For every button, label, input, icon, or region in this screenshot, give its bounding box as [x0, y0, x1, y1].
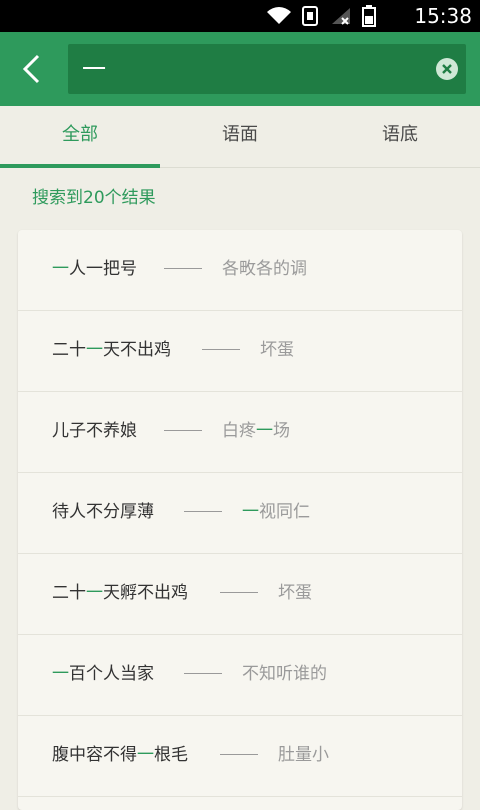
separator-dash [202, 349, 240, 350]
separator-dash [164, 430, 202, 431]
search-input[interactable]: 一 [68, 44, 466, 94]
search-input-value: 一 [82, 55, 106, 83]
chevron-left-icon [22, 54, 40, 84]
clear-icon [442, 64, 452, 74]
separator-dash [164, 268, 202, 269]
riddle-text: 待人不分厚薄 [52, 502, 154, 522]
answer-text: 一视同仁 [242, 502, 310, 522]
answer-text: 坏蛋 [260, 340, 294, 360]
separator-dash [184, 673, 222, 674]
riddle-text: 二十一天孵不出鸡 [52, 583, 188, 603]
tab-all[interactable]: 全部 [0, 106, 160, 168]
list-item[interactable]: 儿子不养娘 白疼一场 [18, 392, 462, 473]
list-item[interactable]: 腹中容不得一根毛 肚量小 [18, 716, 462, 797]
status-icons [266, 5, 376, 27]
active-tab-indicator [0, 164, 160, 168]
answer-text: 不知听谁的 [242, 664, 327, 684]
tab-answer[interactable]: 语底 [320, 106, 480, 168]
riddle-text: 一百个人当家 [52, 664, 154, 684]
sim-icon [302, 6, 318, 26]
answer-text: 肚量小 [278, 745, 329, 765]
search-toolbar: 一 [0, 32, 480, 106]
answer-text: 各畋各的调 [222, 259, 307, 279]
list-item[interactable]: 待人不分厚薄 一视同仁 [18, 473, 462, 554]
tab-riddle[interactable]: 语面 [160, 106, 320, 168]
list-item[interactable]: 二十一天不出鸡 坏蛋 [18, 311, 462, 392]
clear-search-button[interactable] [436, 58, 458, 80]
riddle-text: 儿子不养娘 [52, 421, 137, 441]
list-item[interactable]: 二十一天孵不出鸡 坏蛋 [18, 554, 462, 635]
status-time: 15:38 [414, 4, 472, 28]
riddle-text: 腹中容不得一根毛 [52, 745, 188, 765]
answer-text: 白疼一场 [222, 421, 290, 441]
riddle-text: 一人一把号 [52, 259, 137, 279]
signal-icon [332, 8, 350, 25]
list-item[interactable]: 一百个人当家 不知听谁的 [18, 635, 462, 716]
wifi-icon [267, 7, 291, 24]
list-item[interactable]: 一人一把号 各畋各的调 [18, 230, 462, 311]
back-button[interactable] [8, 42, 54, 96]
tab-bar: 全部 语面 语底 [0, 106, 480, 168]
status-bar: 15:38 [0, 0, 480, 32]
separator-dash [220, 754, 258, 755]
riddle-text: 二十一天不出鸡 [52, 340, 171, 360]
separator-dash [220, 592, 258, 593]
separator-dash [184, 511, 222, 512]
battery-icon [362, 5, 376, 27]
results-list: 一人一把号 各畋各的调 二十一天不出鸡 坏蛋 儿子不养娘 白疼一场 待人不分厚薄… [18, 230, 462, 810]
answer-text: 坏蛋 [278, 583, 312, 603]
results-count-label: 搜索到20个结果 [32, 188, 156, 208]
